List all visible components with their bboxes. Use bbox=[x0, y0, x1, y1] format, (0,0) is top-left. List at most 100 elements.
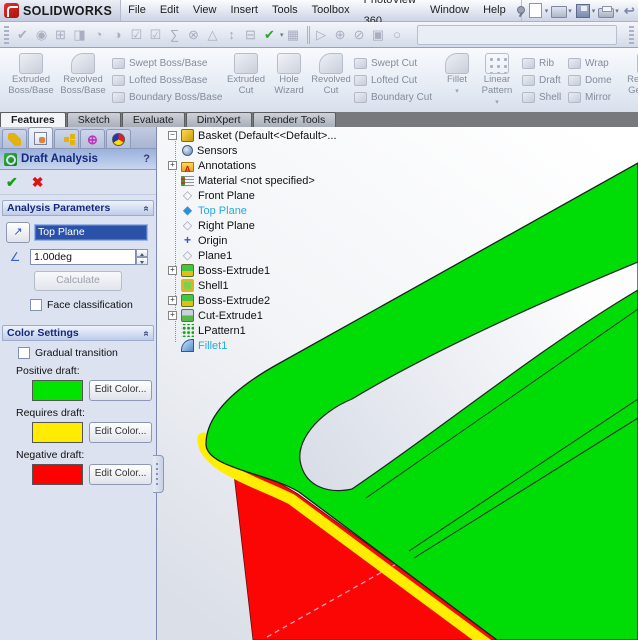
menu-window[interactable]: Window bbox=[423, 0, 476, 21]
expand-icon[interactable] bbox=[168, 161, 177, 170]
edit-color-positive-button[interactable]: Edit Color... bbox=[89, 380, 152, 401]
tab-dimxpertmanager[interactable]: ⊕ bbox=[80, 129, 105, 148]
cancel-button[interactable]: ✖ bbox=[32, 174, 44, 191]
measure-icon[interactable]: ⊞ bbox=[51, 26, 70, 44]
spinner-down-button[interactable] bbox=[136, 257, 148, 265]
tab-displaymanager[interactable] bbox=[106, 129, 131, 148]
equations-icon[interactable]: ∑ bbox=[165, 26, 184, 44]
shell-button[interactable]: Shell bbox=[520, 89, 566, 106]
section-properties-icon[interactable]: ◔ bbox=[89, 26, 108, 44]
tree-item-annotations[interactable]: Annotations bbox=[168, 158, 428, 173]
draft-angle-input[interactable]: 1.00deg bbox=[30, 249, 136, 265]
tree-item-cut-extrude1[interactable]: Cut-Extrude1 bbox=[168, 308, 428, 323]
toolbar-grip[interactable] bbox=[4, 25, 9, 44]
menu-help[interactable]: Help bbox=[476, 0, 513, 21]
mirror-button[interactable]: Mirror bbox=[566, 89, 618, 106]
extruded-cut-button[interactable]: Extruded Cut bbox=[224, 51, 268, 97]
menu-insert[interactable]: Insert bbox=[223, 0, 265, 21]
viewport-3d[interactable]: Basket (Default<<Default>... Sensors Ann… bbox=[157, 127, 638, 640]
spinner-up-button[interactable] bbox=[136, 249, 148, 257]
draft-analysis-tool-icon[interactable]: △ bbox=[203, 26, 222, 44]
tree-item-sensors[interactable]: Sensors bbox=[168, 143, 428, 158]
edit-color-requires-button[interactable]: Edit Color... bbox=[89, 422, 152, 443]
collapse-chevron-icon[interactable]: « bbox=[141, 205, 152, 211]
compare-documents-icon[interactable]: ⊟ bbox=[241, 26, 260, 44]
tab-dimxpert[interactable]: DimXpert bbox=[185, 112, 252, 127]
tab-featuremanager[interactable] bbox=[2, 129, 27, 148]
calculate-button[interactable]: Calculate bbox=[34, 271, 122, 291]
costing-table-icon[interactable]: ▦ bbox=[284, 26, 303, 44]
rib-button[interactable]: Rib bbox=[520, 55, 566, 72]
chevron-down-icon[interactable]: ▾ bbox=[568, 7, 572, 15]
tree-item-fillet1[interactable]: Fillet1 bbox=[168, 338, 428, 353]
analysis-parameters-header[interactable]: Analysis Parameters « bbox=[2, 200, 154, 216]
check-entity-icon[interactable]: ☑ bbox=[127, 26, 146, 44]
menu-toolbox[interactable]: Toolbox bbox=[305, 0, 357, 21]
tree-item-front-plane[interactable]: Front Plane bbox=[168, 188, 428, 203]
spell-checker-icon[interactable]: ✔ bbox=[13, 26, 32, 44]
menu-view[interactable]: View bbox=[186, 0, 224, 21]
tab-evaluate[interactable]: Evaluate bbox=[121, 112, 185, 127]
fillet-button[interactable]: Fillet ▾ bbox=[440, 51, 474, 95]
new-document-button[interactable]: ▾ bbox=[527, 3, 549, 18]
direction-of-pull-field[interactable]: Top Plane bbox=[34, 224, 148, 241]
expand-icon[interactable] bbox=[168, 296, 177, 305]
circular-check-icon[interactable]: ○ bbox=[388, 26, 407, 44]
direction-reference-button[interactable]: ↗ bbox=[6, 222, 30, 243]
help-icon[interactable]: ? bbox=[143, 153, 152, 165]
collapse-icon[interactable] bbox=[168, 131, 177, 140]
swept-boss-base-button[interactable]: Swept Boss/Base bbox=[110, 55, 222, 72]
tree-item-boss-extrude1[interactable]: Boss-Extrude1 bbox=[168, 263, 428, 278]
expand-icon[interactable] bbox=[168, 311, 177, 320]
menu-edit[interactable]: Edit bbox=[153, 0, 186, 21]
chevron-down-icon[interactable]: ▾ bbox=[545, 7, 549, 15]
chevron-down-icon[interactable]: ▾ bbox=[615, 7, 619, 15]
save-button[interactable]: ▾ bbox=[575, 3, 596, 19]
tab-features[interactable]: Features bbox=[0, 112, 66, 127]
symmetry-check-icon[interactable]: ↕ bbox=[222, 26, 241, 44]
expand-icon[interactable] bbox=[168, 266, 177, 275]
menu-file[interactable]: File bbox=[121, 0, 153, 21]
ok-button[interactable]: ✔ bbox=[6, 174, 18, 191]
tree-item-lpattern1[interactable]: LPattern1 bbox=[168, 323, 428, 338]
boundary-boss-base-button[interactable]: Boundary Boss/Base bbox=[110, 89, 222, 106]
toolbar-grip[interactable] bbox=[629, 25, 634, 44]
dome-button[interactable]: Dome bbox=[566, 72, 618, 89]
lofted-boss-base-button[interactable]: Lofted Boss/Base bbox=[110, 72, 222, 89]
linear-pattern-button[interactable]: Linear Pattern ▾ bbox=[474, 51, 520, 106]
tree-item-plane1[interactable]: Plane1 bbox=[168, 248, 428, 263]
lofted-cut-button[interactable]: Lofted Cut bbox=[352, 72, 438, 89]
compare-icon[interactable]: ▣ bbox=[369, 26, 388, 44]
face-classification-checkbox[interactable] bbox=[30, 299, 42, 311]
draft-button[interactable]: Draft bbox=[520, 72, 566, 89]
color-settings-header[interactable]: Color Settings « bbox=[2, 325, 154, 341]
revolved-cut-button[interactable]: Revolved Cut bbox=[310, 51, 352, 97]
chevron-down-icon[interactable]: ▾ bbox=[495, 98, 499, 106]
tab-sketch[interactable]: Sketch bbox=[66, 112, 121, 127]
tab-configurationmanager[interactable] bbox=[54, 129, 79, 148]
gradual-transition-checkbox[interactable] bbox=[18, 347, 30, 359]
open-button[interactable]: ▾ bbox=[551, 3, 572, 18]
chevron-down-icon[interactable]: ▾ bbox=[592, 7, 596, 15]
tree-item-origin[interactable]: Origin bbox=[168, 233, 428, 248]
tab-propertymanager[interactable] bbox=[28, 127, 53, 148]
collapse-chevron-icon[interactable]: « bbox=[141, 330, 152, 336]
deviation-analysis-icon[interactable]: ⊗ bbox=[184, 26, 203, 44]
tree-item-boss-extrude2[interactable]: Boss-Extrude2 bbox=[168, 293, 428, 308]
geometry-check-icon[interactable]: ☑ bbox=[146, 26, 165, 44]
tree-item-top-plane[interactable]: Top Plane bbox=[168, 203, 428, 218]
mass-properties-icon[interactable]: ◨ bbox=[70, 26, 89, 44]
hole-wizard-button[interactable]: Hole Wizard bbox=[268, 51, 310, 97]
flow-check-icon[interactable]: ⊕ bbox=[331, 26, 350, 44]
chevron-down-icon[interactable]: ▾ bbox=[455, 87, 459, 95]
edit-color-negative-button[interactable]: Edit Color... bbox=[89, 464, 152, 485]
menu-tools[interactable]: Tools bbox=[265, 0, 305, 21]
tree-item-material[interactable]: Material <not specified> bbox=[168, 173, 428, 188]
extruded-boss-base-button[interactable]: Extruded Boss/Base bbox=[6, 51, 56, 97]
tree-item-right-plane[interactable]: Right Plane bbox=[168, 218, 428, 233]
design-checker-icon[interactable]: ◉ bbox=[32, 26, 51, 44]
tree-item-basket[interactable]: Basket (Default<<Default>... bbox=[168, 128, 428, 143]
simulation-icon[interactable]: ▷ bbox=[312, 26, 331, 44]
tolanalyst-icon[interactable]: ⊘ bbox=[350, 26, 369, 44]
analysis-toggle-icon[interactable]: ✔ bbox=[260, 26, 279, 44]
